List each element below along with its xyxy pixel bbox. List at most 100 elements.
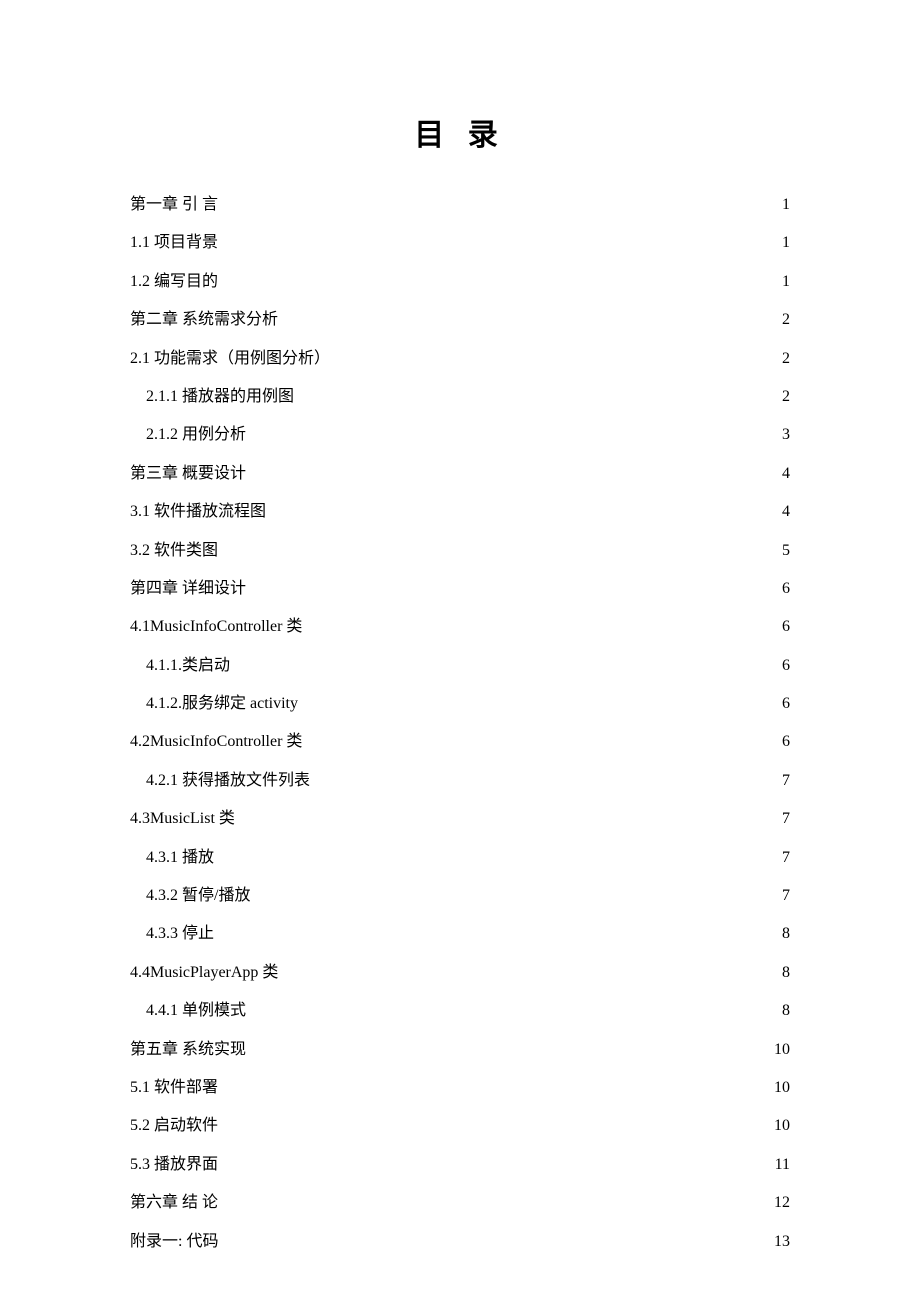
toc-entry: 4.3.3 停止 8: [130, 915, 790, 953]
toc-leader: [218, 539, 782, 555]
toc-entry: 第四章 详细设计 6: [130, 570, 790, 608]
toc-leader: [330, 347, 782, 363]
toc-entry-page: 3: [782, 416, 790, 454]
toc-entry-page: 1: [782, 263, 790, 301]
toc-leader: [298, 692, 782, 708]
toc-entry-page: 7: [782, 877, 790, 915]
toc-entry: 2.1.2 用例分析 3: [130, 416, 790, 454]
toc-entry-page: 6: [782, 570, 790, 608]
toc-entry: 2.1.1 播放器的用例图 2: [130, 378, 790, 416]
toc-entry-label: 4.2MusicInfoController 类: [130, 723, 302, 761]
toc-entry-page: 7: [782, 839, 790, 877]
toc-entry-page: 2: [782, 301, 790, 339]
toc-leader: [235, 807, 782, 823]
toc-entry-page: 4: [782, 455, 790, 493]
toc-leader: [218, 1153, 775, 1169]
toc-entry-label: 4.3MusicList 类: [130, 800, 235, 838]
toc-entry-page: 8: [782, 915, 790, 953]
toc-entry-label: 第三章 概要设计: [130, 455, 246, 493]
toc-leader: [294, 385, 782, 401]
toc-leader: [246, 577, 782, 593]
toc-entry: 1.1 项目背景 1: [130, 224, 790, 262]
toc-entry-page: 6: [782, 647, 790, 685]
toc-list: 第一章 引 言11.1 项目背景11.2 编写目的1第二章 系统需求分析22.1…: [130, 186, 790, 1261]
toc-entry-page: 10: [774, 1031, 790, 1069]
toc-entry-label: 4.3.2 暂停/播放: [146, 877, 250, 915]
toc-entry-page: 6: [782, 723, 790, 761]
toc-leader: [246, 1038, 774, 1054]
toc-entry-label: 2.1.1 播放器的用例图: [146, 378, 294, 416]
toc-entry-label: 1.1 项目背景: [130, 224, 218, 262]
toc-entry-page: 6: [782, 608, 790, 646]
toc-entry-page: 8: [782, 954, 790, 992]
toc-entry-label: 第四章 详细设计: [130, 570, 246, 608]
toc-leader: [266, 500, 782, 516]
toc-leader: [218, 1114, 774, 1130]
toc-entry: 4.2MusicInfoController 类 6: [130, 723, 790, 761]
toc-entry-page: 2: [782, 378, 790, 416]
toc-entry-page: 10: [774, 1069, 790, 1107]
toc-entry: 2.1 功能需求（用例图分析）2: [130, 340, 790, 378]
toc-entry-page: 12: [774, 1184, 790, 1222]
toc-leader: [246, 462, 782, 478]
toc-leader: [218, 1191, 774, 1207]
toc-entry-label: 4.1.1.类启动: [146, 647, 230, 685]
toc-entry-page: 11: [775, 1146, 790, 1184]
toc-entry-label: 2.1.2 用例分析: [146, 416, 246, 454]
toc-leader: [278, 961, 782, 977]
toc-entry: 4.1.1.类启动 6: [130, 647, 790, 685]
toc-entry: 1.2 编写目的 1: [130, 263, 790, 301]
toc-entry: 5.2 启动软件 10: [130, 1107, 790, 1145]
toc-entry-label: 4.2.1 获得播放文件列表: [146, 762, 310, 800]
toc-entry: 5.3 播放界面 11: [130, 1146, 790, 1184]
toc-entry: 4.3MusicList 类 7: [130, 800, 790, 838]
toc-entry: 4.1MusicInfoController 类 6: [130, 608, 790, 646]
toc-leader: [218, 231, 782, 247]
toc-leader: [230, 654, 782, 670]
toc-leader: [310, 769, 782, 785]
toc-entry-page: 6: [782, 685, 790, 723]
toc-leader: [246, 999, 782, 1015]
toc-leader: [214, 922, 782, 938]
toc-entry-label: 4.3.1 播放: [146, 839, 214, 877]
toc-entry-label: 第一章 引 言: [130, 186, 218, 224]
toc-entry-page: 8: [782, 992, 790, 1030]
toc-entry-label: 5.2 启动软件: [130, 1107, 218, 1145]
toc-entry-page: 7: [782, 762, 790, 800]
toc-entry: 附录一: 代码13: [130, 1223, 790, 1261]
toc-leader: [214, 846, 782, 862]
toc-entry: 4.4.1 单例模式 8: [130, 992, 790, 1030]
toc-leader: [246, 423, 782, 439]
toc-entry: 4.3.1 播放 7: [130, 839, 790, 877]
toc-entry-label: 第五章 系统实现: [130, 1031, 246, 1069]
toc-leader: [218, 1230, 774, 1246]
toc-entry-page: 1: [782, 186, 790, 224]
toc-leader: [302, 730, 782, 746]
toc-entry: 5.1 软件部署 10: [130, 1069, 790, 1107]
toc-entry: 4.2.1 获得播放文件列表 7: [130, 762, 790, 800]
toc-entry: 3.1 软件播放流程图 4: [130, 493, 790, 531]
toc-entry-label: 1.2 编写目的: [130, 263, 218, 301]
toc-leader: [218, 1076, 774, 1092]
toc-entry-label: 3.2 软件类图: [130, 532, 218, 570]
toc-leader: [302, 615, 782, 631]
toc-entry-page: 4: [782, 493, 790, 531]
toc-entry-label: 3.1 软件播放流程图: [130, 493, 266, 531]
toc-entry: 4.3.2 暂停/播放 7: [130, 877, 790, 915]
toc-entry-label: 5.1 软件部署: [130, 1069, 218, 1107]
toc-entry: 第五章 系统实现 10: [130, 1031, 790, 1069]
toc-entry: 第二章 系统需求分析2: [130, 301, 790, 339]
toc-leader: [278, 308, 782, 324]
toc-entry: 4.1.2.服务绑定 activity 6: [130, 685, 790, 723]
toc-entry-label: 4.1.2.服务绑定 activity: [146, 685, 298, 723]
toc-entry-label: 4.1MusicInfoController 类: [130, 608, 302, 646]
toc-entry: 3.2 软件类图5: [130, 532, 790, 570]
toc-entry-label: 4.4MusicPlayerApp 类: [130, 954, 278, 992]
toc-leader: [250, 884, 782, 900]
toc-entry-page: 1: [782, 224, 790, 262]
toc-entry-label: 第六章 结 论: [130, 1184, 218, 1222]
toc-leader: [218, 270, 782, 286]
toc-entry-page: 10: [774, 1107, 790, 1145]
toc-entry-page: 13: [774, 1223, 790, 1261]
toc-entry-label: 2.1 功能需求（用例图分析）: [130, 340, 330, 378]
